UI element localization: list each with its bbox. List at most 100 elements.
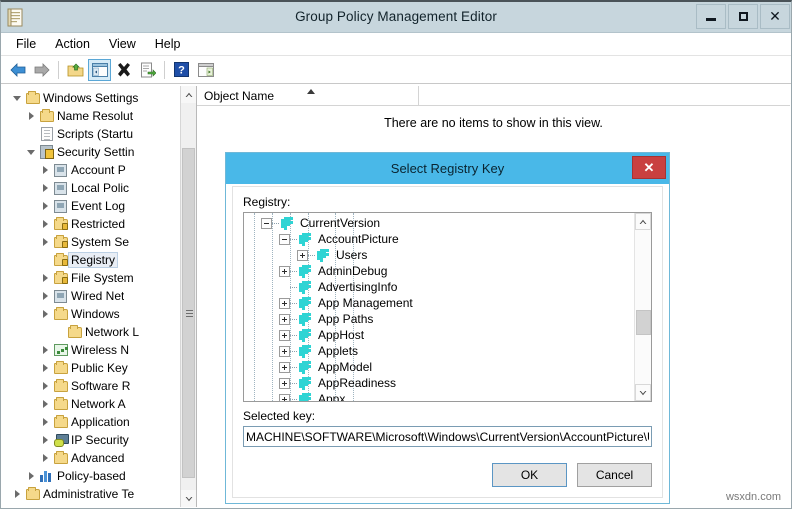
registry-node-applets[interactable]: Applets xyxy=(244,343,634,359)
tree-item-registry[interactable]: Registry xyxy=(2,251,197,269)
tree-item-ip-security[interactable]: IP Security xyxy=(2,431,197,449)
scrollbar-thumb[interactable] xyxy=(182,148,195,478)
collapse-icon[interactable] xyxy=(261,218,272,229)
tree-item-name-resolut[interactable]: Name Resolut xyxy=(2,107,197,125)
expand-icon[interactable] xyxy=(279,346,290,357)
tree-item-local-polic[interactable]: Local Polic xyxy=(2,179,197,197)
show-hide-action-pane-icon[interactable] xyxy=(194,59,217,81)
expander-icon[interactable] xyxy=(10,96,24,101)
expand-icon[interactable] xyxy=(279,378,290,389)
tree-item-account-p[interactable]: Account P xyxy=(2,161,197,179)
expander-icon[interactable] xyxy=(24,112,38,120)
registry-node-admindebug[interactable]: AdminDebug xyxy=(244,263,634,279)
expander-icon[interactable] xyxy=(38,400,52,408)
window-controls: ✕ xyxy=(694,4,790,29)
menu-action[interactable]: Action xyxy=(46,34,100,54)
tree-item-system-se[interactable]: System Se xyxy=(2,233,197,251)
expander-icon[interactable] xyxy=(38,382,52,390)
expander-icon[interactable] xyxy=(38,238,52,246)
menu-view[interactable]: View xyxy=(100,34,146,54)
column-blank[interactable] xyxy=(419,86,790,106)
expander-icon[interactable] xyxy=(38,418,52,426)
expander-icon[interactable] xyxy=(38,202,52,210)
registry-scrollbar-thumb[interactable] xyxy=(636,310,651,335)
registry-tree: CurrentVersionAccountPictureUsersAdminDe… xyxy=(244,215,634,402)
tree-item-application[interactable]: Application xyxy=(2,413,197,431)
expand-icon[interactable] xyxy=(279,314,290,325)
ok-button[interactable]: OK xyxy=(492,463,567,487)
expander-icon[interactable] xyxy=(24,150,38,155)
tree-item-windows-settings[interactable]: Windows Settings xyxy=(2,89,197,107)
expand-icon[interactable] xyxy=(279,330,290,341)
expand-icon[interactable] xyxy=(279,266,290,277)
tree-item-scripts-startu[interactable]: Scripts (Startu xyxy=(2,125,197,143)
export-list-icon[interactable] xyxy=(136,59,159,81)
expander-icon[interactable] xyxy=(38,436,52,444)
expand-icon[interactable] xyxy=(279,298,290,309)
dialog-close-button[interactable]: ✕ xyxy=(632,156,666,179)
registry-node-appreadiness[interactable]: AppReadiness xyxy=(244,375,634,391)
expander-icon[interactable] xyxy=(38,274,52,282)
registry-tree-scrollbar[interactable] xyxy=(634,213,651,401)
registry-node-appx[interactable]: Appx xyxy=(244,391,634,402)
menu-help[interactable]: Help xyxy=(146,34,191,54)
back-icon[interactable] xyxy=(6,59,29,81)
up-folder-icon[interactable] xyxy=(64,59,87,81)
selected-key-input[interactable] xyxy=(243,426,652,447)
registry-node-apphost[interactable]: AppHost xyxy=(244,327,634,343)
tree-item-advanced[interactable]: Advanced xyxy=(2,449,197,467)
expander-icon[interactable] xyxy=(38,292,52,300)
registry-scroll-down-icon[interactable] xyxy=(635,384,651,401)
console-tree-scrollbar[interactable] xyxy=(180,86,196,507)
forward-icon[interactable] xyxy=(30,59,53,81)
expand-icon[interactable] xyxy=(279,394,290,403)
tree-item-software-r[interactable]: Software R xyxy=(2,377,197,395)
tree-item-wired-net[interactable]: Wired Net xyxy=(2,287,197,305)
registry-node-currentversion[interactable]: CurrentVersion xyxy=(244,215,634,231)
tree-item-network-a[interactable]: Network A xyxy=(2,395,197,413)
registry-node-appmodel[interactable]: AppModel xyxy=(244,359,634,375)
minimize-button[interactable] xyxy=(696,4,726,29)
close-button[interactable]: ✕ xyxy=(760,4,790,29)
tree-item-policy-based[interactable]: Policy-based xyxy=(2,467,197,485)
menu-file[interactable]: File xyxy=(7,34,46,54)
expander-icon[interactable] xyxy=(38,220,52,228)
expander-icon[interactable] xyxy=(38,454,52,462)
expand-icon[interactable] xyxy=(297,250,308,261)
registry-node-accountpicture[interactable]: AccountPicture xyxy=(244,231,634,247)
expander-icon[interactable] xyxy=(38,346,52,354)
registry-node-advertisinginfo[interactable]: AdvertisingInfo xyxy=(244,279,634,295)
tree-connector xyxy=(290,239,297,240)
registry-node-app-management[interactable]: App Management xyxy=(244,295,634,311)
expand-icon[interactable] xyxy=(279,362,290,373)
menubar: File Action View Help xyxy=(1,33,791,56)
tree-item-administrative-te[interactable]: Administrative Te xyxy=(2,485,197,503)
help-icon[interactable]: ? xyxy=(170,59,193,81)
expander-icon[interactable] xyxy=(38,184,52,192)
registry-scroll-up-icon[interactable] xyxy=(635,213,651,230)
tree-item-security-settin[interactable]: Security Settin xyxy=(2,143,197,161)
registry-node-users[interactable]: Users xyxy=(244,247,634,263)
expander-icon[interactable] xyxy=(10,490,24,498)
registry-node-app-paths[interactable]: App Paths xyxy=(244,311,634,327)
tree-item-file-system[interactable]: File System xyxy=(2,269,197,287)
expander-icon[interactable] xyxy=(38,310,52,318)
scroll-down-icon[interactable] xyxy=(181,490,196,507)
show-hide-console-tree-icon[interactable] xyxy=(88,59,111,81)
delete-icon[interactable] xyxy=(112,59,135,81)
tree-item-event-log[interactable]: Event Log xyxy=(2,197,197,215)
maximize-button[interactable] xyxy=(728,4,758,29)
collapse-icon[interactable] xyxy=(279,234,290,245)
cancel-button[interactable]: Cancel xyxy=(577,463,652,487)
expander-icon[interactable] xyxy=(24,472,38,480)
tree-item-network-l[interactable]: Network L xyxy=(2,323,197,341)
tree-item-windows[interactable]: Windows xyxy=(2,305,197,323)
column-object-name[interactable]: Object Name xyxy=(197,86,419,106)
folder-icon xyxy=(66,325,83,340)
expander-icon[interactable] xyxy=(38,364,52,372)
tree-item-wireless-n[interactable]: Wireless N xyxy=(2,341,197,359)
scroll-up-icon[interactable] xyxy=(181,86,196,103)
expander-icon[interactable] xyxy=(38,166,52,174)
tree-item-restricted[interactable]: Restricted xyxy=(2,215,197,233)
tree-item-public-key[interactable]: Public Key xyxy=(2,359,197,377)
